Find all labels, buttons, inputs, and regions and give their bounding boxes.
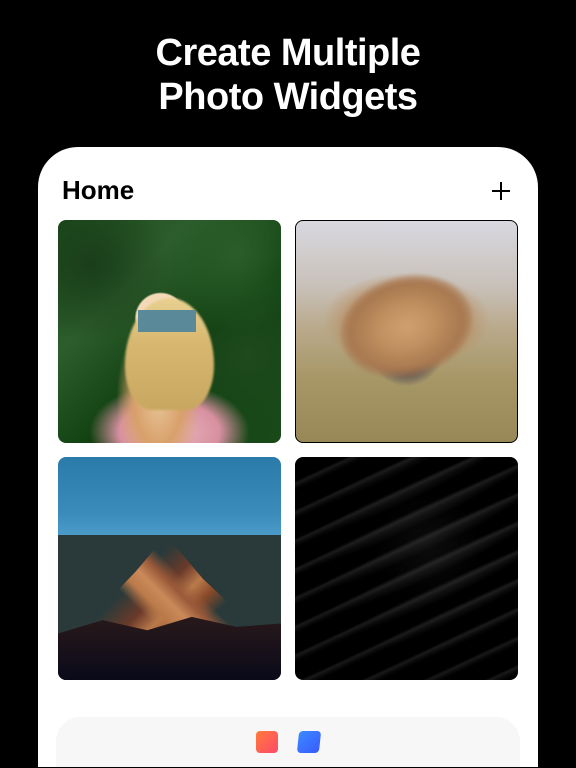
- app-icon-orange[interactable]: [256, 731, 278, 753]
- device-frame: Home: [38, 147, 538, 767]
- plus-icon: [489, 179, 513, 203]
- app-header: Home: [56, 175, 520, 220]
- add-widget-button[interactable]: [488, 178, 514, 204]
- app-icon-blue[interactable]: [297, 731, 321, 753]
- headline-line-1: Create Multiple: [0, 32, 576, 76]
- photo-widget-hair-field[interactable]: [295, 220, 518, 443]
- headline-line-2: Photo Widgets: [0, 76, 576, 120]
- photo-widget-sand-ripples[interactable]: [295, 457, 518, 680]
- marketing-headline: Create Multiple Photo Widgets: [0, 0, 576, 147]
- photo-widget-portrait-foliage[interactable]: [58, 220, 281, 443]
- page-title: Home: [62, 175, 134, 206]
- widget-grid: [56, 220, 520, 680]
- photo-widget-mountain[interactable]: [58, 457, 281, 680]
- bottom-tab-bar: [56, 717, 520, 767]
